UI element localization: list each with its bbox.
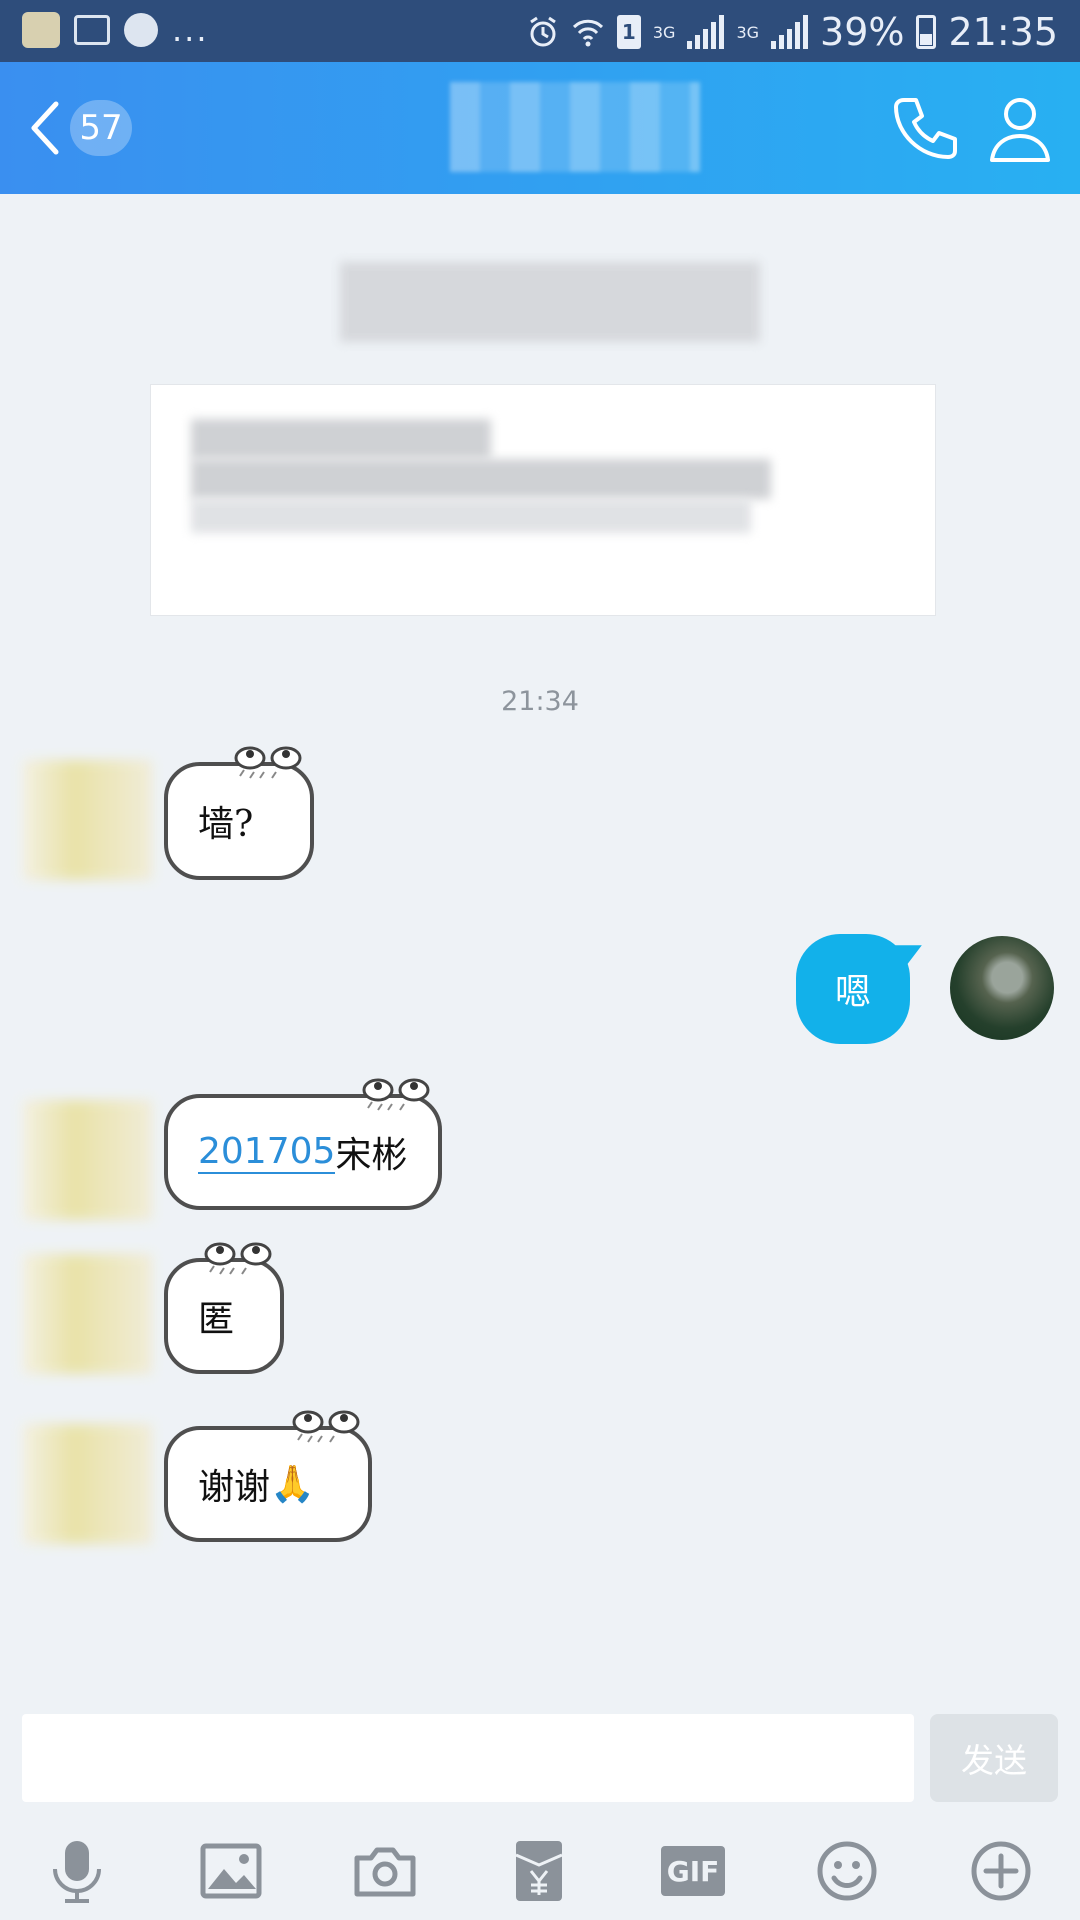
bubble-eyes-decoration: [234, 746, 302, 779]
composer-toolbar: GIF: [0, 1820, 1080, 1920]
person-icon[interactable]: [984, 90, 1056, 166]
clock: 21:35: [948, 10, 1058, 54]
signal-icon: [687, 15, 725, 49]
phone-icon[interactable]: [888, 90, 960, 166]
notification-icons: ...: [22, 12, 209, 48]
blurred-text: [191, 419, 491, 459]
unread-badge[interactable]: 57: [70, 100, 132, 156]
contact-name: [450, 82, 700, 172]
chat-header: 57: [0, 62, 1080, 194]
battery-percent: 39%: [820, 10, 905, 54]
message-input[interactable]: [22, 1714, 914, 1802]
message-bubble[interactable]: 谢谢 🙏: [164, 1410, 372, 1542]
message-timestamp: 21:34: [501, 686, 579, 717]
message-text: 墙?: [198, 804, 254, 845]
red-packet-icon[interactable]: [504, 1836, 574, 1906]
message-text: 谢谢: [198, 1467, 271, 1508]
message-bubble[interactable]: 匿: [164, 1242, 284, 1374]
signal-icon: [771, 15, 809, 49]
message-text: 嗯: [834, 972, 871, 1013]
wifi-icon: [572, 19, 603, 47]
message-text: 宋彬: [335, 1135, 408, 1176]
network-type-2: 3G: [736, 22, 760, 42]
blurred-title: [340, 262, 760, 342]
blurred-card: [150, 384, 936, 616]
message-bubble[interactable]: 墙?: [164, 746, 314, 880]
alarm-icon: [530, 16, 556, 47]
camera-icon[interactable]: [350, 1836, 420, 1906]
battery-icon: [916, 15, 937, 49]
sender-avatar[interactable]: [22, 1254, 152, 1374]
folded-hands-emoji: 🙏: [270, 1464, 315, 1505]
bubble-eyes-decoration: [362, 1078, 430, 1111]
sender-avatar[interactable]: [22, 760, 152, 880]
sender-avatar[interactable]: [22, 1424, 152, 1544]
app-notification-icon: [124, 13, 158, 47]
my-avatar[interactable]: [950, 936, 1054, 1040]
bubble-eyes-decoration: [204, 1242, 272, 1275]
image-notification-icon: [74, 15, 110, 45]
number-link[interactable]: 201705: [198, 1131, 336, 1174]
plus-icon[interactable]: [966, 1836, 1036, 1906]
blurred-text: [191, 499, 751, 533]
emoji-icon[interactable]: [812, 1836, 882, 1906]
network-type-1: 3G: [652, 22, 676, 42]
star-notification-icon: [22, 12, 60, 48]
bubble-tail: [893, 939, 927, 975]
status-bar: ... 1 3G 3G 39% 21:35: [0, 0, 1080, 62]
gif-label: GIF: [661, 1846, 725, 1896]
more-notifications: ...: [172, 11, 209, 49]
image-icon[interactable]: [196, 1836, 266, 1906]
message-bubble[interactable]: 201705 宋彬: [164, 1078, 442, 1210]
system-icons: 1 3G 3G 39% 21:35: [527, 10, 1058, 54]
sender-avatar[interactable]: [22, 1100, 152, 1220]
blurred-text: [191, 459, 771, 499]
send-button[interactable]: 发送: [930, 1714, 1058, 1802]
bubble-eyes-decoration: [292, 1410, 360, 1443]
outgoing-message-bubble[interactable]: 嗯: [796, 934, 910, 1044]
message-text: 匿: [198, 1299, 235, 1340]
gif-icon[interactable]: GIF: [658, 1836, 728, 1906]
sim-icon: 1: [616, 15, 641, 49]
microphone-icon[interactable]: [42, 1836, 112, 1906]
